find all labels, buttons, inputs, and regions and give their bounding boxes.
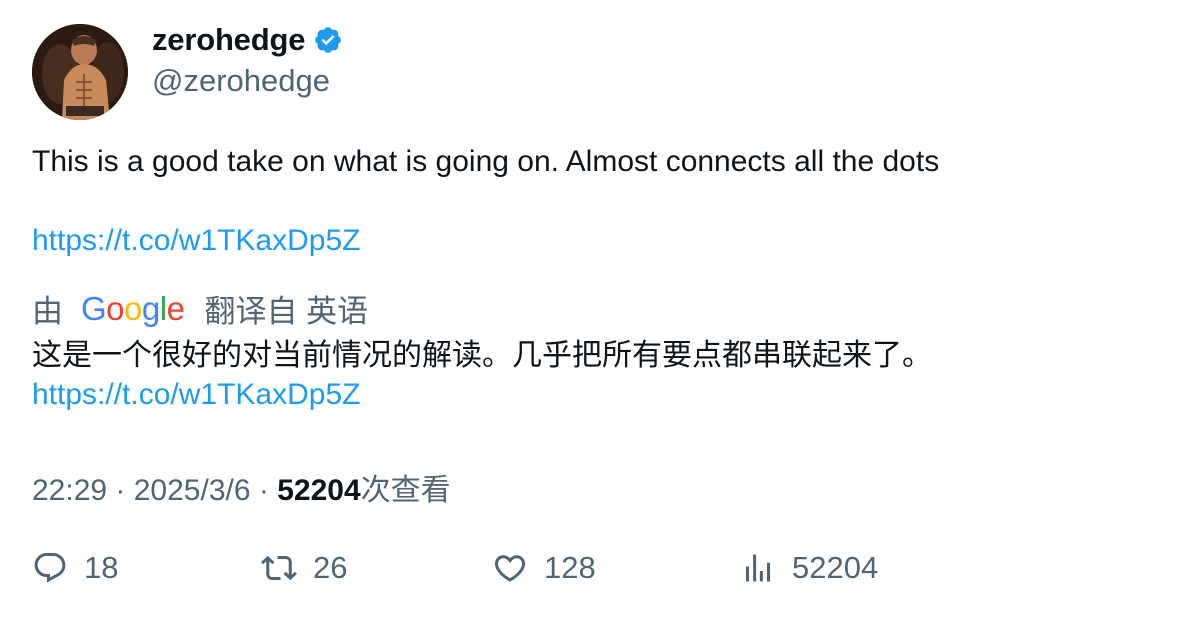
retweet-icon (261, 555, 297, 581)
views-count: 52204 (277, 474, 361, 507)
translation-source-label: 翻译自 英语 (204, 294, 369, 329)
author-name-row: zerohedge (152, 22, 343, 58)
author-handle[interactable]: @zerohedge (152, 63, 330, 99)
meta-separator: · (258, 474, 278, 507)
avatar-image (32, 24, 128, 120)
verified-badge-icon (315, 27, 342, 53)
views-button[interactable]: 52204 (740, 550, 878, 586)
views-suffix: 次查看 (360, 474, 451, 507)
action-bar: 18 26 128 52204 (0, 550, 1196, 594)
author-name[interactable]: zerohedge (152, 22, 305, 58)
retweet-count: 26 (313, 550, 348, 585)
tweet-text: This is a good take on what is going on.… (32, 145, 940, 178)
avatar[interactable] (32, 24, 128, 120)
reply-count: 18 (84, 550, 119, 585)
tweet-time[interactable]: 22:29 (32, 474, 107, 507)
translation-link[interactable]: https://t.co/w1TKaxDp5Z (32, 376, 360, 414)
reply-button[interactable]: 18 (32, 550, 118, 586)
retweet-button[interactable]: 26 (261, 550, 347, 586)
tweet-link[interactable]: https://t.co/w1TKaxDp5Z (32, 222, 360, 260)
bar-chart-icon (746, 554, 770, 582)
reply-icon (34, 553, 66, 583)
tweet-date[interactable]: 2025/3/6 (134, 474, 251, 507)
translation-attribution: 由 Google 翻译自 英语 (32, 286, 368, 331)
meta-separator: · (115, 474, 134, 507)
translation-text: 这是一个很好的对当前情况的解读。几乎把所有要点都串联起来了。 (32, 339, 932, 372)
like-count: 128 (544, 550, 596, 585)
heart-icon (494, 555, 526, 582)
tweet-meta: 22:29 · 2025/3/6 · 52204次查看 (32, 465, 451, 509)
google-logo: Google (81, 289, 185, 327)
views-action-count: 52204 (792, 550, 879, 585)
translation-by-prefix: 由 (32, 294, 63, 329)
like-button[interactable]: 128 (492, 550, 596, 586)
